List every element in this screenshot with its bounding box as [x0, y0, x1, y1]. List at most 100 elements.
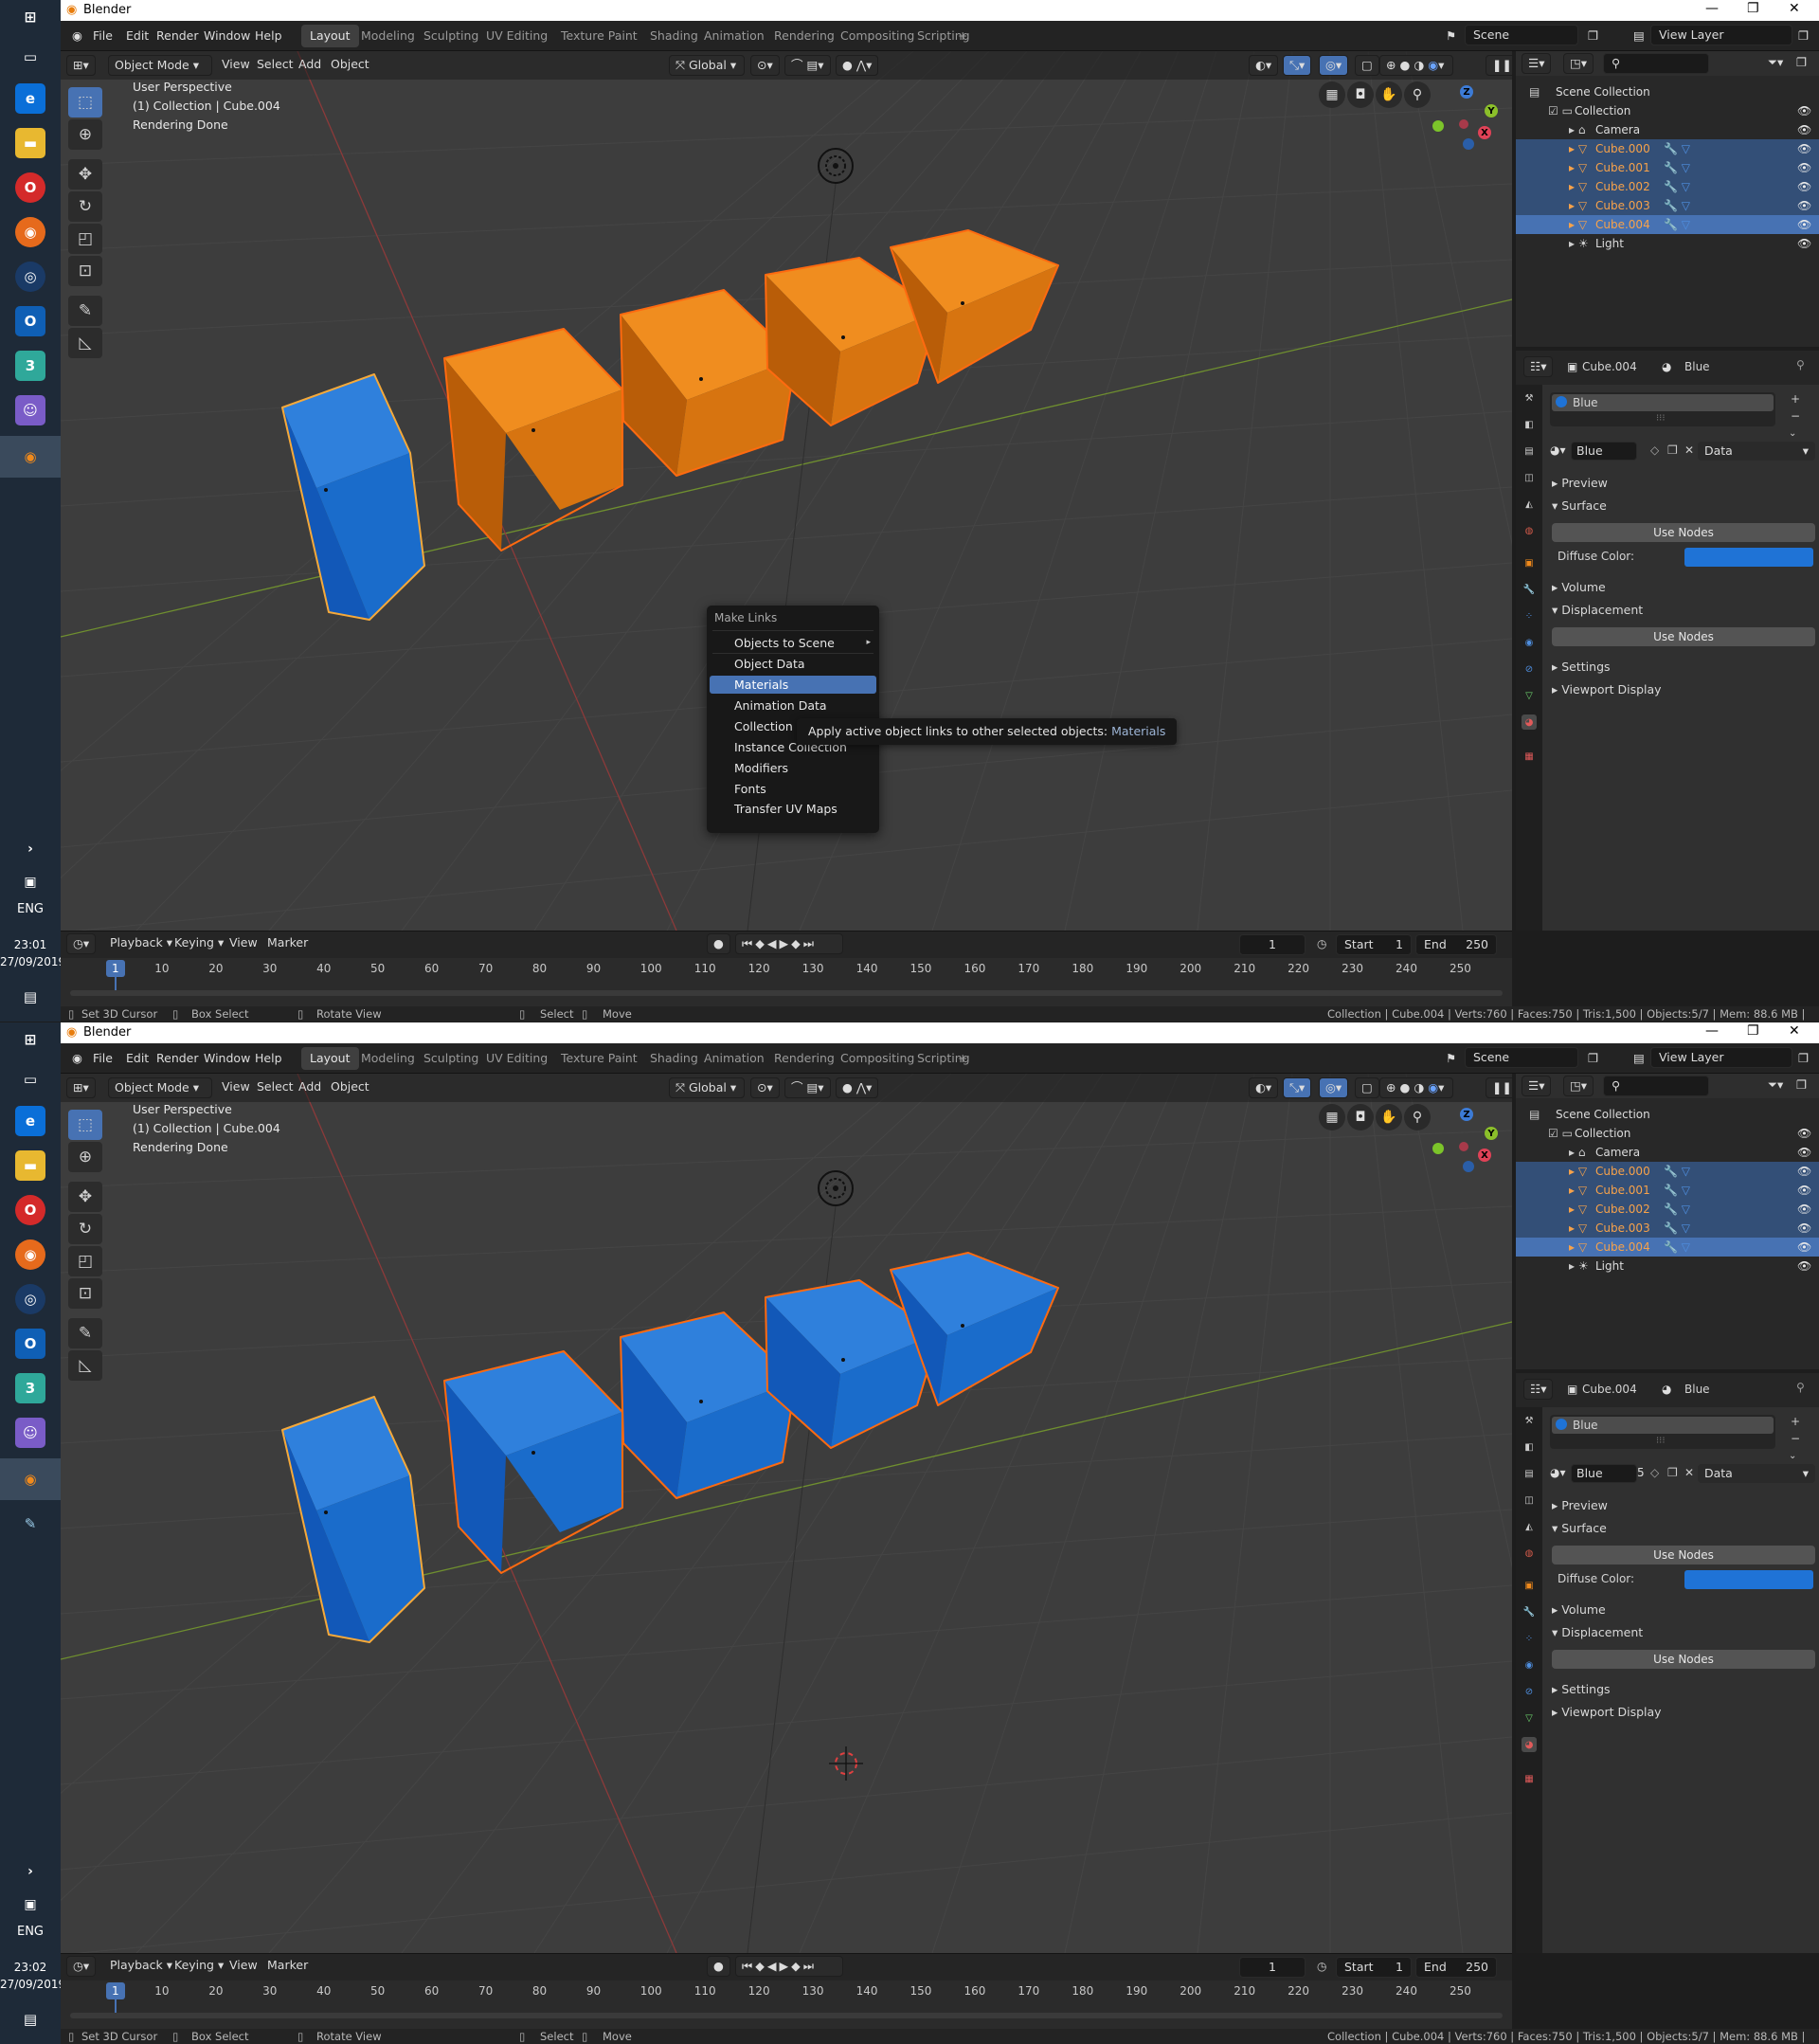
outliner-item-cube-000[interactable]: ▸ ▽ Cube.000 🔧 ▽ 👁: [1516, 139, 1819, 158]
shading-modes[interactable]: ⊕ ● ◑ ◉▾: [1379, 1077, 1453, 1098]
visibility-eye-icon[interactable]: 👁: [1797, 1219, 1811, 1238]
gizmo-z-axis[interactable]: Z: [1460, 1108, 1473, 1121]
record-icon[interactable]: ●: [707, 1956, 730, 1977]
use-nodes-button-surface[interactable]: Use Nodes: [1552, 1546, 1815, 1565]
context-material[interactable]: Blue: [1684, 1383, 1710, 1396]
material-name-field[interactable]: Blue: [1571, 442, 1637, 461]
view-layer-tab-icon[interactable]: ◫: [1522, 470, 1537, 485]
toggle-camera-icon[interactable]: ◘: [1347, 1104, 1374, 1131]
object-tab-icon[interactable]: ▣: [1522, 555, 1537, 570]
new-collection-icon[interactable]: ❐: [1791, 1076, 1812, 1096]
remove-slot-icon[interactable]: −: [1791, 1432, 1800, 1445]
tab-uv-editing[interactable]: UV Editing: [477, 25, 556, 47]
gizmo-x-axis[interactable]: X: [1478, 126, 1491, 139]
blender-menu-icon[interactable]: ◉: [72, 1051, 82, 1065]
outliner-item-camera[interactable]: ▸ ⌂ Camera 👁: [1516, 120, 1819, 139]
outliner-item-cube-003[interactable]: ▸ ▽ Cube.003 🔧 ▽ 👁: [1516, 196, 1819, 215]
gizmo-toggle-icon[interactable]: ⤡▾: [1283, 55, 1312, 76]
menu-file[interactable]: File: [93, 1051, 113, 1065]
xray-icon[interactable]: ▢: [1355, 1077, 1379, 1098]
menu-keying[interactable]: Keying ▾: [169, 933, 229, 954]
scene-field[interactable]: Scene: [1465, 25, 1578, 45]
rotate-tool-icon[interactable]: ↻: [68, 191, 102, 222]
playback-controls[interactable]: ⏮◆◀▶◆⏭: [735, 1956, 843, 1977]
task-view-icon[interactable]: ▭: [15, 42, 45, 72]
settings-panel-header[interactable]: ▸ Settings: [1552, 1682, 1611, 1696]
zoom-view-icon[interactable]: ⚲: [1404, 81, 1431, 108]
edge-icon[interactable]: e: [15, 1106, 45, 1136]
modifier-data-icon[interactable]: 🔧 ▽: [1664, 1181, 1690, 1200]
new-scene-icon[interactable]: ❐: [1588, 1051, 1598, 1065]
outliner-object-icon[interactable]: ▸ ☀: [1569, 1257, 1589, 1275]
menu-item-animation-data[interactable]: Animation Data: [710, 696, 876, 714]
menu-playback[interactable]: Playback ▾: [104, 1956, 178, 1977]
data-tab-icon[interactable]: ▽: [1522, 1710, 1537, 1726]
move-tool-icon[interactable]: ✥: [68, 1182, 102, 1212]
start-frame-field[interactable]: Start 1: [1336, 1957, 1412, 1978]
select-box-tool-icon[interactable]: ⬚: [68, 1110, 102, 1140]
pan-view-icon[interactable]: ✋: [1376, 81, 1402, 108]
current-frame-field[interactable]: 1: [1239, 1957, 1306, 1978]
discord-icon[interactable]: ☺: [15, 1418, 45, 1448]
view-layer-field[interactable]: View Layer: [1650, 25, 1792, 45]
preview-panel-header[interactable]: ▸ Preview: [1552, 476, 1608, 490]
outliner-object-icon[interactable]: ▸ ▽: [1569, 215, 1587, 234]
outliner-object-icon[interactable]: ▤: [1529, 82, 1540, 101]
use-nodes-button-displacement[interactable]: Use Nodes: [1552, 1650, 1815, 1669]
3d-viewport[interactable]: ⊞▾ Object Mode ▾ View Select Add Object …: [61, 1074, 1512, 1953]
menu-add[interactable]: Add: [293, 1077, 327, 1098]
camera-view-icon[interactable]: ▦: [1319, 1104, 1345, 1131]
gizmo-neg-z[interactable]: [1463, 138, 1474, 150]
modifier-data-icon[interactable]: 🔧 ▽: [1664, 1200, 1690, 1219]
timeline-scrollbar[interactable]: [70, 2013, 1503, 2018]
view-layer-field[interactable]: View Layer: [1650, 1047, 1792, 1068]
particles-tab-icon[interactable]: ⁘: [1522, 608, 1537, 624]
browse-material-icon[interactable]: ◕▾: [1550, 443, 1566, 457]
outliner-object-icon[interactable]: ▸ ⌂: [1569, 1143, 1585, 1162]
restore-icon[interactable]: ❐: [1747, 1023, 1759, 1039]
gizmo-toggle-icon[interactable]: ⤡▾: [1283, 1077, 1312, 1098]
menu-edit[interactable]: Edit: [126, 28, 149, 43]
visibility-eye-icon[interactable]: 👁: [1797, 234, 1811, 253]
remove-slot-icon[interactable]: −: [1791, 409, 1800, 423]
minimize-icon[interactable]: —: [1705, 1, 1719, 16]
discord-icon[interactable]: ☺: [15, 395, 45, 425]
rotate-tool-icon[interactable]: ↻: [68, 1214, 102, 1244]
world-tab-icon[interactable]: ◍: [1522, 523, 1537, 538]
context-object[interactable]: Cube.004: [1582, 1383, 1637, 1396]
add-slot-icon[interactable]: +: [1791, 1415, 1800, 1428]
menu-object[interactable]: Object: [325, 1077, 375, 1098]
timeline-editor-type-icon[interactable]: ◷▾: [66, 933, 97, 954]
diffuse-color-swatch[interactable]: [1684, 548, 1813, 567]
duplicate-material-icon[interactable]: ❐: [1667, 443, 1678, 457]
outliner-object-icon[interactable]: ▸ ▽: [1569, 1162, 1587, 1181]
frame-ruler[interactable]: 1 10 20 30 40 50 60 70 80 90 100 110 120 130 140 150 160…: [61, 1982, 1512, 2017]
physics-tab-icon[interactable]: ◉: [1522, 1657, 1537, 1673]
tab-texture-paint[interactable]: Texture Paint: [552, 1047, 646, 1070]
outliner-object-icon[interactable]: ▸ ▽: [1569, 158, 1587, 177]
visibility-eye-icon[interactable]: 👁: [1797, 120, 1811, 139]
gizmo-x-axis[interactable]: X: [1478, 1149, 1491, 1162]
outliner-object-icon[interactable]: ▤: [1529, 1105, 1540, 1124]
app-3-icon[interactable]: 3: [15, 1373, 45, 1403]
visibility-eye-icon[interactable]: 👁: [1797, 215, 1811, 234]
visibility-eye-icon[interactable]: 👁: [1797, 1238, 1811, 1257]
data-tab-icon[interactable]: ▽: [1522, 688, 1537, 703]
menu-keying[interactable]: Keying ▾: [169, 1956, 229, 1977]
viewport-display-panel-header[interactable]: ▸ Viewport Display: [1552, 1705, 1662, 1719]
playback-controls[interactable]: ⏮◆◀▶◆⏭: [735, 933, 843, 954]
preview-panel-header[interactable]: ▸ Preview: [1552, 1498, 1608, 1512]
menu-marker[interactable]: Marker: [261, 1956, 314, 1977]
new-collection-icon[interactable]: ❐: [1791, 53, 1812, 74]
menu-timeline-view[interactable]: View: [224, 933, 263, 954]
outliner-object-icon[interactable]: ▸ ▽: [1569, 1200, 1587, 1219]
use-nodes-button-displacement[interactable]: Use Nodes: [1552, 627, 1815, 646]
outliner-object-icon[interactable]: ▸ ▽: [1569, 1219, 1587, 1238]
outliner-item-cube-001[interactable]: ▸ ▽ Cube.001 🔧 ▽ 👁: [1516, 1181, 1819, 1200]
new-view-layer-icon[interactable]: ❐: [1798, 28, 1809, 43]
end-frame-field[interactable]: End 250: [1415, 934, 1497, 955]
view-layer-tab-icon[interactable]: ◫: [1522, 1492, 1537, 1508]
notifications-icon[interactable]: ▤: [15, 982, 45, 1012]
zoom-view-icon[interactable]: ⚲: [1404, 1104, 1431, 1131]
show-hidden-icons-icon[interactable]: ›: [15, 1856, 45, 1887]
